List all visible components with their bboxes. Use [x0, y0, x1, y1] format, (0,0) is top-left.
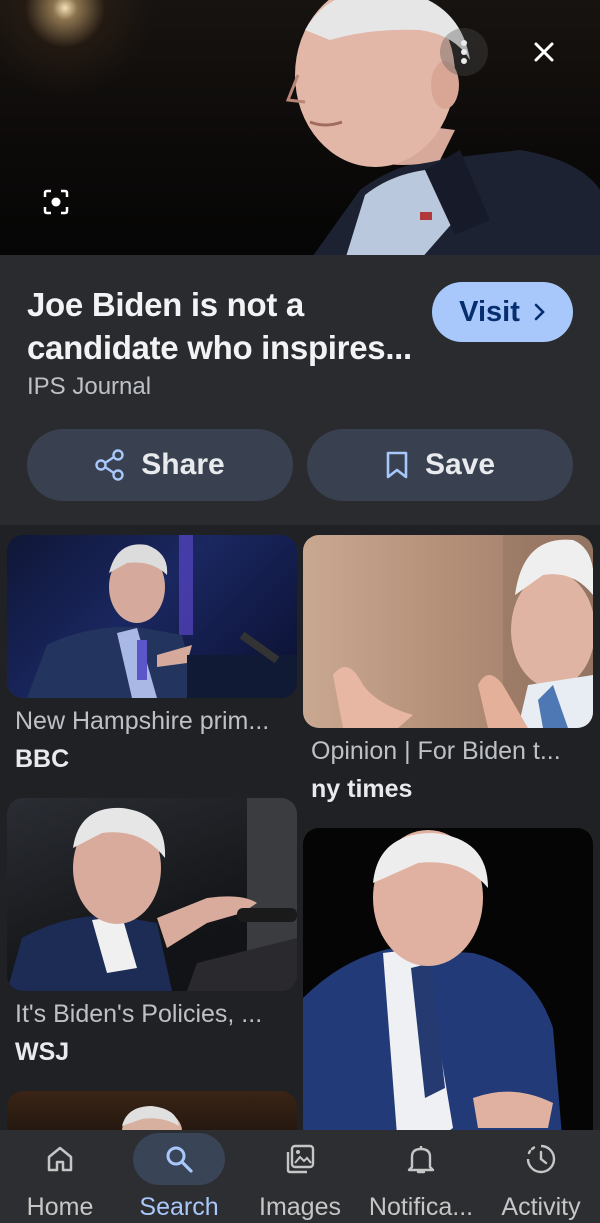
- related-image-title: New Hampshire prim...: [15, 707, 270, 735]
- image-viewer-page: Joe Biden is not a candidate who inspire…: [0, 0, 600, 1223]
- result-info-panel: Joe Biden is not a candidate who inspire…: [0, 255, 600, 525]
- images-icon: [286, 1144, 315, 1174]
- nav-item-search[interactable]: Search: [129, 1130, 229, 1223]
- related-image-thumbnail: [303, 828, 593, 1130]
- bookmark-icon: [386, 451, 408, 479]
- visit-button[interactable]: Visit: [432, 282, 573, 342]
- nav-item-notifications[interactable]: Notifica...: [363, 1130, 479, 1223]
- related-image-thumbnail: [303, 535, 593, 728]
- nav-label-search: Search: [139, 1193, 219, 1221]
- share-button-label: Share: [141, 448, 225, 481]
- nav-pill: [254, 1133, 346, 1185]
- nav-item-images[interactable]: Images: [250, 1130, 350, 1223]
- related-image-source: BBC: [15, 745, 70, 773]
- related-image-thumbnail: [7, 1091, 297, 1130]
- related-image-card[interactable]: It's Biden's Policies, ... WSJ: [7, 798, 297, 1068]
- search-icon: [166, 1146, 193, 1173]
- more-options-button[interactable]: [440, 28, 488, 76]
- share-icon: [95, 449, 124, 481]
- related-image-title: It's Biden's Policies, ...: [15, 1000, 263, 1028]
- nav-pill: [495, 1133, 587, 1185]
- hero-image[interactable]: [0, 0, 600, 255]
- more-vert-icon: [461, 40, 467, 64]
- result-source: IPS Journal: [27, 373, 152, 400]
- related-image-card[interactable]: [7, 1091, 297, 1130]
- share-button[interactable]: Share: [27, 429, 293, 501]
- nav-label-notifications: Notifica...: [368, 1193, 474, 1221]
- related-image-thumbnail: [7, 535, 297, 698]
- nav-pill: [14, 1133, 106, 1185]
- related-image-card[interactable]: Opinion | For Biden t... ny times: [303, 535, 593, 815]
- related-image-thumbnail: [7, 798, 297, 991]
- activity-icon: [526, 1144, 556, 1174]
- related-image-title: Opinion | For Biden t...: [311, 737, 561, 765]
- result-title[interactable]: Joe Biden is not a candidate who inspire…: [27, 283, 422, 369]
- related-image-card[interactable]: [303, 828, 593, 1130]
- bottom-navigation-bar: Home Search Images Notifica... Activity: [0, 1130, 600, 1223]
- lens-search-button[interactable]: [36, 182, 76, 222]
- related-image-source: ny times: [311, 775, 413, 803]
- save-button-label: Save: [424, 448, 496, 481]
- visit-button-label: Visit: [459, 295, 520, 328]
- close-icon: [534, 42, 554, 62]
- home-icon: [47, 1146, 73, 1172]
- nav-label-images: Images: [259, 1193, 341, 1221]
- nav-item-activity[interactable]: Activity: [490, 1130, 592, 1223]
- lens-search-icon: [43, 189, 69, 215]
- close-button[interactable]: [520, 28, 568, 76]
- chevron-right-icon: [534, 303, 545, 321]
- bell-icon: [407, 1146, 435, 1174]
- nav-label-activity: Activity: [501, 1193, 581, 1221]
- save-button[interactable]: Save: [307, 429, 573, 501]
- nav-label-home: Home: [26, 1193, 94, 1221]
- nav-pill: [375, 1133, 467, 1185]
- nav-pill-active: [133, 1133, 225, 1185]
- nav-item-home[interactable]: Home: [10, 1130, 110, 1223]
- related-image-source: WSJ: [15, 1038, 70, 1066]
- related-image-card[interactable]: New Hampshire prim... BBC: [7, 535, 297, 785]
- related-images-grid: New Hampshire prim... BBC Opinion | For …: [0, 525, 600, 1130]
